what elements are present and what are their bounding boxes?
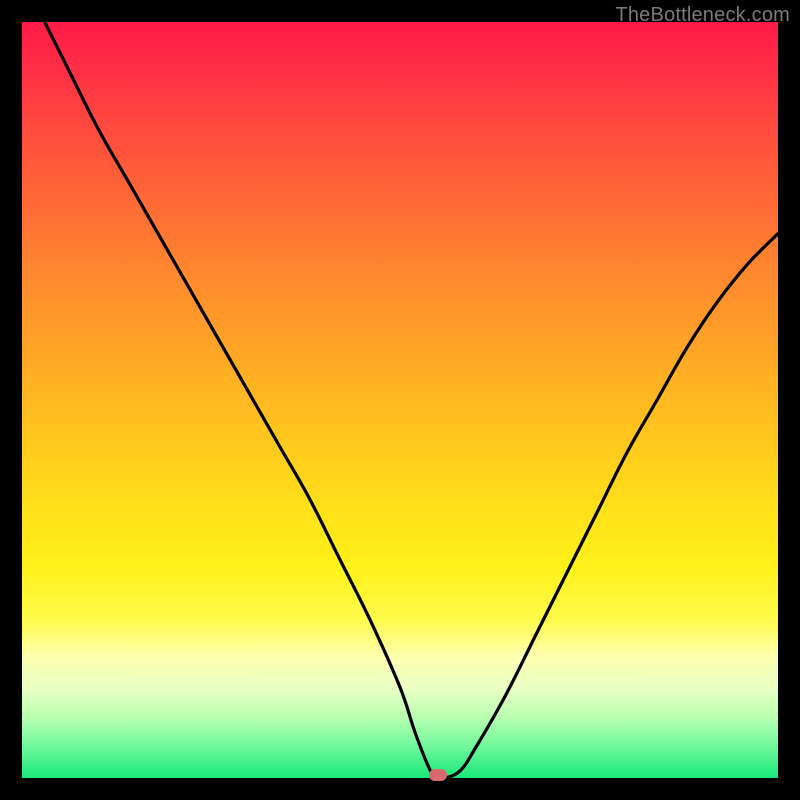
bottleneck-curve: [22, 22, 778, 778]
minimum-marker: [429, 769, 447, 781]
watermark-text: TheBottleneck.com: [615, 4, 790, 27]
chart-frame: TheBottleneck.com: [0, 0, 800, 800]
